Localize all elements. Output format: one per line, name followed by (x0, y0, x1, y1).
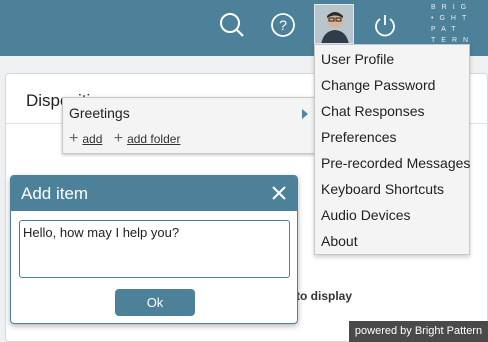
folder-name: Greetings (69, 105, 130, 121)
brand-logo: BRIG •GHT PAT TERN (431, 2, 481, 46)
empty-state-text: to display (296, 289, 353, 303)
svg-text:?: ? (279, 17, 287, 33)
folder-popup: Greetings + add + add folder (62, 97, 315, 154)
brand-line: PAT (431, 26, 462, 33)
chevron-right-icon (302, 109, 308, 119)
menu-item-about[interactable]: About (321, 233, 358, 249)
add-button[interactable]: + add (69, 130, 103, 147)
user-menu: User Profile Change Password Chat Respon… (314, 44, 470, 255)
brand-line: BRIG (431, 4, 473, 11)
add-folder-button[interactable]: + add folder (113, 130, 181, 147)
search-icon[interactable] (219, 12, 245, 38)
menu-item-user-profile[interactable]: User Profile (321, 51, 394, 67)
dialog-title: Add item (21, 184, 89, 203)
item-text-input[interactable]: Hello, how may I help you? (19, 220, 290, 278)
ok-button[interactable]: Ok (115, 289, 195, 316)
avatar[interactable] (314, 4, 354, 44)
menu-item-preferences[interactable]: Preferences (321, 129, 396, 145)
add-label: add (82, 132, 103, 146)
brand-line: •GHT (431, 15, 473, 22)
help-icon[interactable]: ? (270, 12, 296, 38)
add-item-dialog: Add item Hello, how may I help you? Ok (10, 175, 298, 324)
folder-actions: + add + add folder (69, 130, 188, 147)
menu-item-pre-recorded-messages[interactable]: Pre-recorded Messages (321, 155, 470, 171)
power-icon[interactable] (372, 12, 398, 38)
menu-item-audio-devices[interactable]: Audio Devices (321, 207, 411, 223)
plus-icon: + (113, 130, 124, 147)
folder-row-greetings[interactable]: Greetings (63, 98, 314, 128)
menu-item-change-password[interactable]: Change Password (321, 77, 435, 93)
menu-item-chat-responses[interactable]: Chat Responses (321, 103, 425, 119)
powered-by-badge: powered by Bright Pattern (349, 321, 488, 342)
dialog-header: Add item (11, 176, 297, 211)
add-folder-label: add folder (127, 132, 181, 146)
close-icon[interactable] (271, 185, 287, 201)
menu-item-keyboard-shortcuts[interactable]: Keyboard Shortcuts (321, 181, 444, 197)
plus-icon: + (69, 130, 79, 147)
